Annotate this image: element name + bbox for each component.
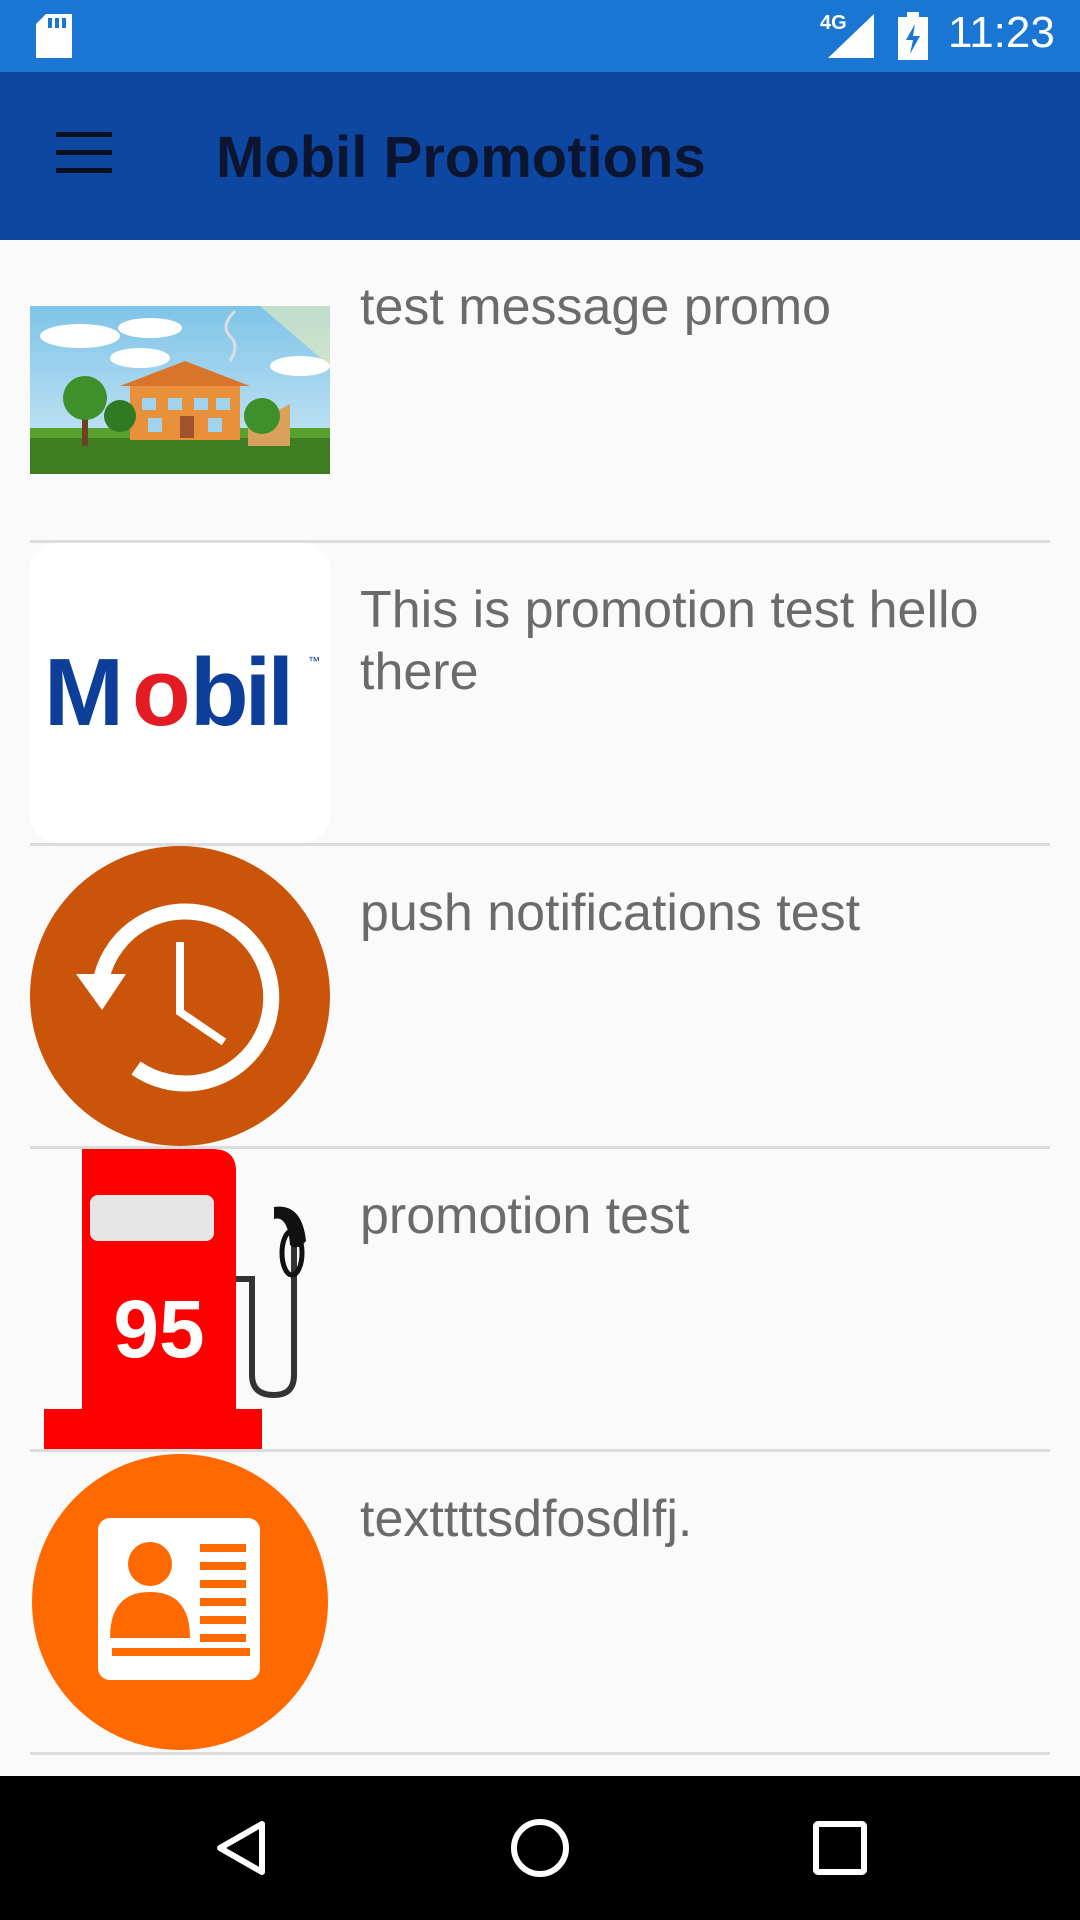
- svg-text:o: o: [132, 639, 191, 746]
- promotion-item[interactable]: push notifications test: [0, 846, 1080, 1149]
- list-divider: [30, 1752, 1050, 1755]
- svg-text:bil: bil: [190, 639, 290, 746]
- promotion-text: promotion test: [360, 1187, 690, 1245]
- promotion-item[interactable]: texttttsdfosdlfj.: [0, 1452, 1080, 1755]
- promotion-text: test message promo: [360, 278, 832, 336]
- promotions-list[interactable]: test message promo M o bil ™ This is pro…: [0, 240, 1080, 1776]
- promotion-item[interactable]: 95 promotion test: [0, 1149, 1080, 1452]
- promotion-text: push notifications test: [360, 884, 861, 942]
- app-bar: Mobil Promotions: [0, 72, 1080, 240]
- battery-charging-icon: [898, 12, 928, 60]
- history-clock-icon: [30, 846, 330, 1146]
- screen: 4G 11:23 Mobil Promotions test message p…: [0, 0, 1080, 1920]
- home-button[interactable]: [480, 1798, 600, 1898]
- menu-button[interactable]: [40, 116, 128, 196]
- status-clock: 11:23: [948, 8, 1055, 57]
- fuel-pump-95-icon: 95: [30, 1149, 330, 1449]
- contact-card-icon: [30, 1452, 330, 1752]
- sd-card-icon: [36, 14, 72, 58]
- promotion-item[interactable]: test message promo: [0, 240, 1080, 543]
- svg-text:™: ™: [308, 654, 320, 668]
- svg-text:M: M: [44, 639, 122, 746]
- app-title: Mobil Promotions: [216, 125, 706, 190]
- recents-square-icon: [813, 1821, 867, 1875]
- house-landscape-image: [30, 306, 330, 474]
- signal-strength-icon: [828, 14, 874, 58]
- pump-number-label: 95: [113, 1284, 205, 1375]
- status-bar: 4G 11:23: [0, 0, 1080, 72]
- recents-button[interactable]: [780, 1798, 900, 1898]
- promotion-text: texttttsdfosdlfj.: [360, 1490, 693, 1548]
- promotion-text: This is promotion test hello there: [360, 581, 979, 701]
- navigation-bar: [0, 1776, 1080, 1920]
- home-circle-icon: [511, 1819, 569, 1877]
- back-button[interactable]: [180, 1798, 300, 1898]
- promotion-item[interactable]: M o bil ™ This is promotion test hello t…: [0, 543, 1080, 846]
- mobil-logo-image: M o bil ™: [30, 543, 330, 843]
- back-triangle-icon: [217, 1821, 265, 1875]
